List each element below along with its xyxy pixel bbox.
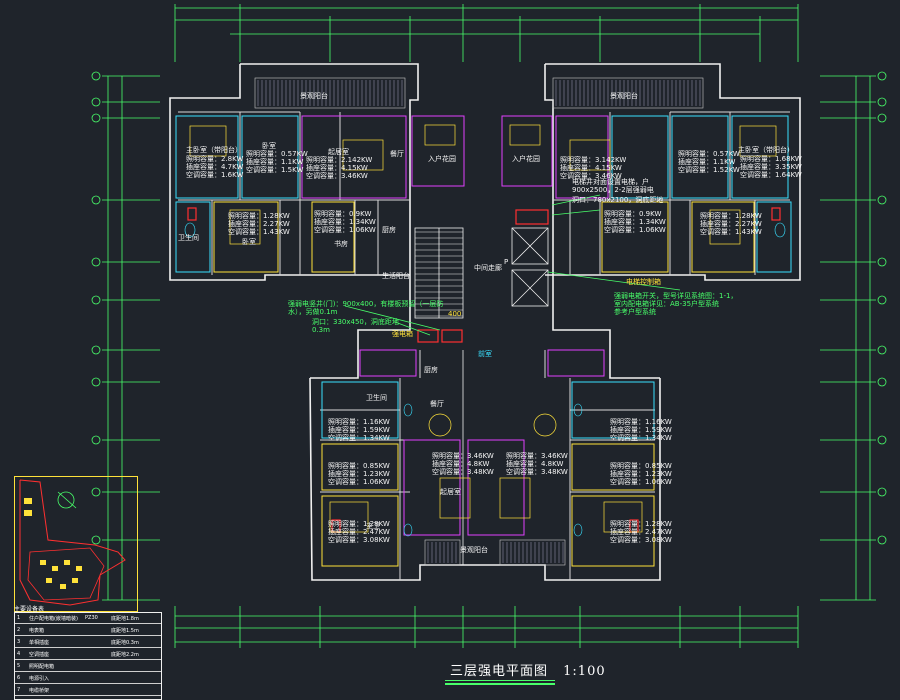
right-note: 电梯井对面设置电梯，户 900x2500，2-2层强弱电 xyxy=(572,178,654,194)
left-box: 强电箱 xyxy=(392,330,413,338)
ur-bedroom1-power: 照明容量：1.68KW 插座容量：3.35KW 空调容量：1.64KW xyxy=(740,155,802,179)
left-note2: 洞口：330x450，洞底距地 0.3m xyxy=(312,318,399,334)
legend-row: 1 住户配电箱(嵌墙暗装) PZ30 底距地1.8m xyxy=(15,613,161,624)
ll-living-name: 起居室 xyxy=(440,488,461,496)
legend-row: 6 电源引入 xyxy=(15,673,161,684)
ul-study-power: 照明容量：0.9KW 插座容量：1.34KW 空调容量：1.06KW xyxy=(314,210,376,234)
ul-living-power: 照明容量：2.142KW 插座容量：4.15KW 空调容量：3.46KW xyxy=(306,156,373,180)
legend-note: 底距地1.5m xyxy=(111,628,139,634)
ur-balcony: 景观阳台 xyxy=(610,92,638,100)
legend-row: 5 照明配电箱 xyxy=(15,661,161,672)
ul-bedroom1-power: 照明容量：2.8KW 插座容量：4.7KW 空调容量：1.6KW xyxy=(186,155,244,179)
drawing-title-text: 三层强电平面图 xyxy=(450,664,549,679)
lr-bedroom3-power: 照明容量：1.28KW 插座容量：2.47KW 空调容量：3.08KW xyxy=(610,520,672,544)
legend-name: 电缆桥架 xyxy=(29,688,50,694)
lower-bath2: 主卫 xyxy=(366,522,380,530)
right-dimension-lines xyxy=(820,75,876,601)
legend-no: 3 xyxy=(17,639,21,645)
legend-row: 3 单相插座 底距地0.3m xyxy=(15,637,161,648)
lower-balcony: 景观阳台 xyxy=(460,546,488,554)
equipment-legend-table: 1 住户配电箱(嵌墙暗装) PZ30 底距地1.8m 2 电表箱 底距地1.5m 3 单相插座底… xyxy=(14,612,162,700)
bottom-dimension-lines xyxy=(174,606,799,648)
legend-no: 6 xyxy=(17,675,21,681)
ll-dining-name: 餐厅 xyxy=(430,400,444,408)
ul-living-name: 起居室 xyxy=(328,148,349,156)
ll-living-power: 照明容量：3.46KW 插座容量：4.8KW 空调容量：3.48KW xyxy=(432,452,494,476)
lr-living-power: 照明容量：3.46KW 插座容量：4.8KW 空调容量：3.48KW xyxy=(506,452,568,476)
legend-row: 2 电表箱 底距地1.5m xyxy=(15,625,161,636)
ur-bedroom1-name: 主卧室（带阳台） xyxy=(738,146,794,154)
interior-walls xyxy=(178,111,790,580)
ul-kitchen: 厨房 xyxy=(382,226,396,234)
site-inset-frame xyxy=(14,476,138,612)
drawing-title: 三层强电平面图 1:100 xyxy=(450,660,606,679)
right-note2: 洞口：780x2100，洞底距地 xyxy=(572,196,664,204)
top-dimension-lines xyxy=(174,4,799,62)
ll-kitchen: 厨房 xyxy=(424,366,438,374)
legend-note: 底距地1.8m xyxy=(111,616,139,622)
legend-no: 5 xyxy=(17,663,21,669)
lower-bath: 卫生间 xyxy=(366,394,387,402)
legend-name: 电源引入 xyxy=(29,676,50,682)
ur-bedroom3-power: 照明容量：1.28KW 插座容量：2.27KW 空调容量：1.43KW xyxy=(700,212,762,236)
ul-dining: 餐厅 xyxy=(390,150,404,158)
ul-balcony: 景观阳台 xyxy=(300,92,328,100)
ul-entrance: 入户花园 xyxy=(428,155,456,163)
legend-name: 住户配电箱(嵌墙暗装) xyxy=(29,616,78,622)
right-note3: 电梯控制箱 xyxy=(626,278,661,286)
elevator-shafts xyxy=(511,227,549,307)
ul-bedroom2-name: 卧室 xyxy=(262,142,276,150)
lr-bedroom1-power: 照明容量：1.16KW 插座容量：1.59KW 空调容量：1.34KW xyxy=(610,418,672,442)
ul-bedroom3-name: 卧室 xyxy=(242,238,256,246)
right-note4: 强弱电箱开关，型号详见系统图：1-1， 室内配电箱详见：AB-35户型系统 参考… xyxy=(614,292,738,316)
ur-study-power: 照明容量：0.9KW 插座容量：1.34KW 空调容量：1.06KW xyxy=(604,210,666,234)
ur-living-power: 照明容量：3.142KW 插座容量：4.15KW 空调容量：3.46KW xyxy=(560,156,627,180)
legend-note: 底距地2.2m xyxy=(111,652,139,658)
legend-no: 2 xyxy=(17,627,21,633)
title-underline-thick xyxy=(445,683,555,685)
legend-row: 4 空调插座 底距地2.2m xyxy=(15,649,161,660)
legend-no: 1 xyxy=(17,615,21,621)
ul-bedroom2-power: 照明容量：0.57KW 插座容量：1.1KW 空调容量：1.5KW xyxy=(246,150,308,174)
ur-bedroom2-power: 照明容量：0.57KW 插座容量：1.1KW 空调容量：1.52KW xyxy=(678,150,740,174)
box-label: 400 xyxy=(448,310,462,318)
legend-note: 底距地0.3m xyxy=(111,640,139,646)
electrical-panels xyxy=(187,207,781,533)
legend-row: 7 电缆桥架 xyxy=(15,685,161,696)
legend-no: 7 xyxy=(17,687,21,693)
legend-no: 4 xyxy=(17,651,21,657)
drawing-scale: 1:100 xyxy=(563,664,606,679)
stair-label: 前室 xyxy=(478,350,492,358)
ul-bedroom3-power: 照明容量：1.28KW 插座容量：2.27KW 空调容量：1.43KW xyxy=(228,212,290,236)
ul-laundry: 生活阳台 xyxy=(382,272,410,280)
ul-bedroom1-name: 主卧室（带阳台） xyxy=(186,146,242,154)
ul-bath: 卫生间 xyxy=(178,234,199,242)
legend-spec: PZ30 xyxy=(85,615,98,621)
legend-name: 照明配电箱 xyxy=(29,664,55,670)
ur-entrance: 入户花园 xyxy=(512,155,540,163)
legend-name: 电表箱 xyxy=(29,628,45,634)
corridor: 中间走廊 xyxy=(474,264,502,272)
legend-name: 单相插座 xyxy=(29,640,50,646)
ll-bedroom1-power: 照明容量：1.16KW 插座容量：1.59KW 空调容量：1.34KW xyxy=(328,418,390,442)
ll-bedroom2-power: 照明容量：0.85KW 插座容量：1.23KW 空调容量：1.06KW xyxy=(328,462,390,486)
left-note: 强弱电竖井(门)：900x400，有楼板预留（一层防 水），另做0.1m xyxy=(288,300,444,316)
ul-study-name: 书房 xyxy=(334,240,348,248)
lr-bedroom2-power: 照明容量：0.85KW 插座容量：1.23KW 空调容量：1.06KW xyxy=(610,462,672,486)
ll-bedroom3-power: 照明容量：1.28KW 插座容量：2.47KW 空调容量：3.08KW xyxy=(328,520,390,544)
title-underline xyxy=(445,680,555,681)
elevator-label: P xyxy=(504,258,509,266)
colored-outlines xyxy=(175,115,792,567)
legend-name: 空调插座 xyxy=(29,652,50,658)
